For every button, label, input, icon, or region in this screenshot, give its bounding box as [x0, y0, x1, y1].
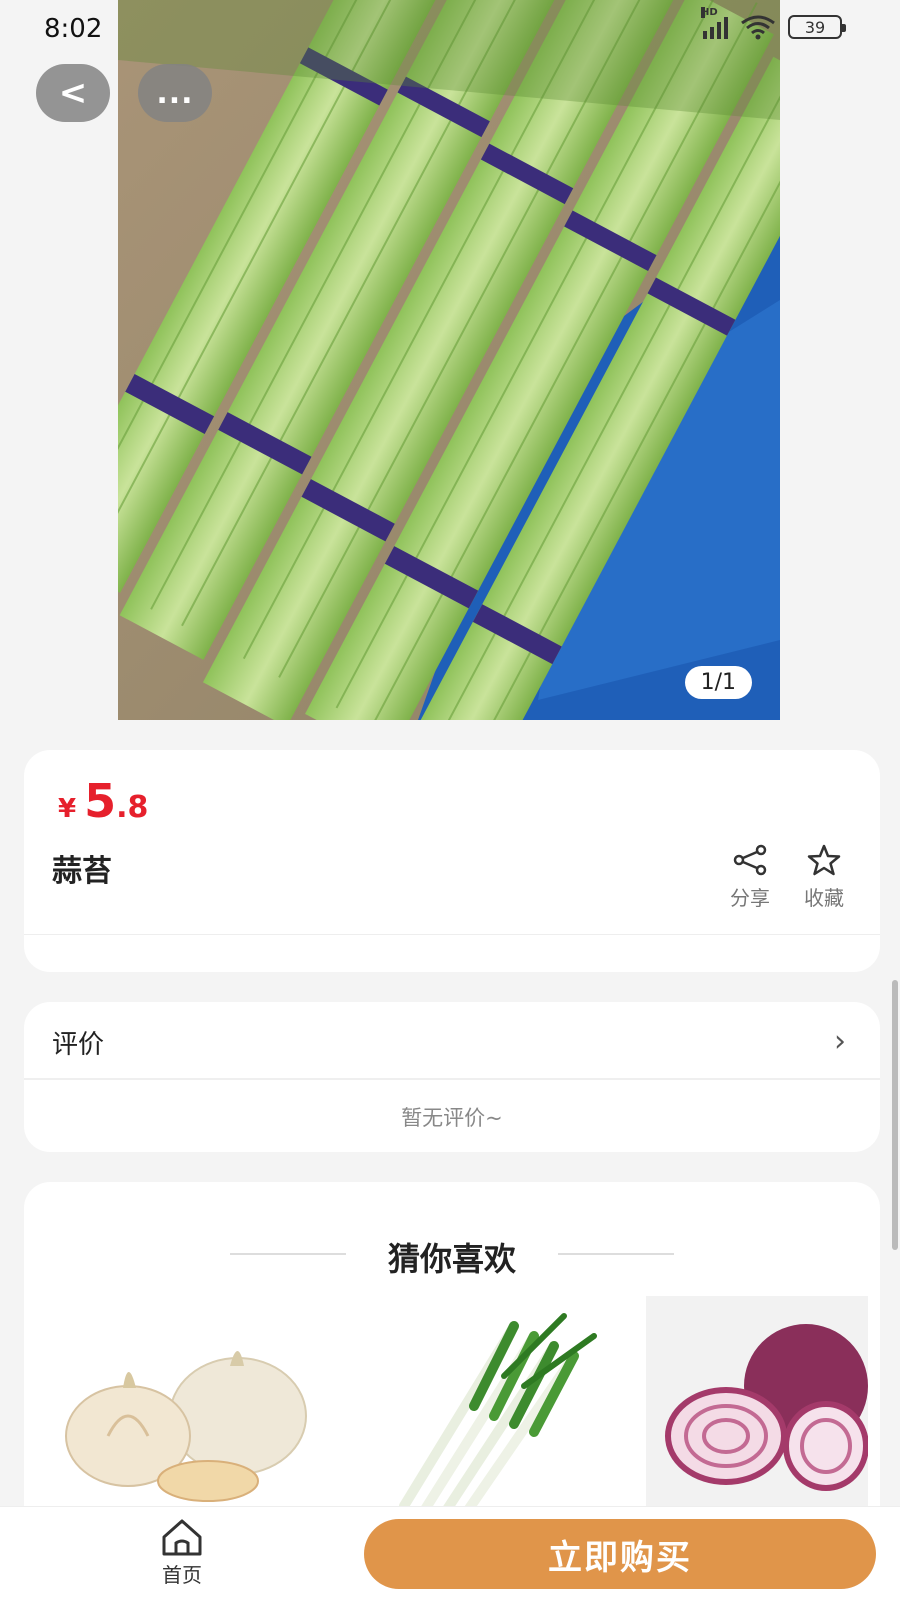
currency-symbol: ¥ — [58, 794, 77, 824]
chevron-right-icon[interactable]: › — [834, 1024, 846, 1059]
star-icon — [807, 844, 841, 876]
home-icon — [162, 1519, 202, 1556]
price-decimal: .8 — [116, 790, 149, 825]
garlic-image — [65, 1351, 307, 1502]
buy-now-button[interactable]: 立即购买 — [364, 1519, 876, 1589]
bottom-bar: 首页 立即购买 — [0, 1506, 900, 1600]
wifi-icon — [741, 15, 775, 40]
garlic-scape-photo — [118, 0, 780, 720]
share-button[interactable]: 分享 — [730, 844, 770, 911]
product-image[interactable]: 1/1 — [118, 0, 780, 720]
recommendations-title: 猜你喜欢 — [387, 1240, 516, 1278]
title-line-right — [558, 1253, 674, 1255]
signal-icon: HD — [701, 7, 728, 39]
divider — [24, 1078, 880, 1080]
home-label: 首页 — [162, 1563, 202, 1587]
divider — [24, 934, 880, 935]
scrollbar[interactable] — [892, 980, 898, 1250]
share-label: 分享 — [730, 886, 770, 910]
recommendation-item-scallion[interactable] — [364, 1296, 644, 1526]
more-button[interactable]: ... — [138, 64, 212, 122]
review-card: 评价 › 暂无评价~ — [24, 1002, 880, 1152]
product-info-card: ¥ 5 .8 蒜苔 分享 收藏 — [24, 750, 880, 972]
product-price: ¥ 5 .8 — [58, 774, 148, 828]
favorite-button[interactable]: 收藏 — [804, 844, 844, 911]
image-counter: 1/1 — [684, 666, 752, 699]
network-type-label: HD — [701, 7, 718, 18]
recommendation-item-garlic[interactable] — [48, 1296, 328, 1526]
product-name: 蒜苔 — [52, 854, 112, 889]
share-icon — [733, 844, 767, 876]
back-button[interactable]: < — [36, 64, 110, 122]
price-integer: 5 — [84, 774, 117, 828]
red-onion-image — [665, 1324, 868, 1491]
status-time: 8:02 — [44, 14, 103, 44]
scallion-image — [399, 1313, 597, 1521]
home-tab[interactable]: 首页 — [160, 1517, 204, 1588]
favorite-label: 收藏 — [804, 886, 844, 910]
recommendations-card: 猜你喜欢 — [24, 1182, 880, 1542]
battery-icon: 39 — [788, 15, 846, 39]
review-empty-text: 暂无评价~ — [401, 1106, 503, 1130]
status-icons: HD 39 — [701, 7, 846, 40]
recommendation-item-red-onion[interactable] — [646, 1296, 868, 1526]
review-title[interactable]: 评价 — [52, 1024, 104, 1061]
battery-level: 39 — [804, 17, 826, 37]
